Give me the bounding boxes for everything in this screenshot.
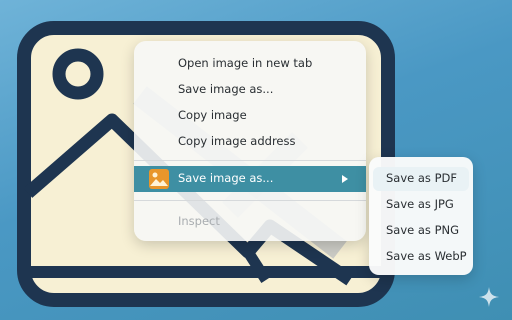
submenu-item-save-jpg[interactable]: Save as JPG (373, 193, 469, 217)
menu-separator (134, 160, 366, 161)
submenu-item-save-webp[interactable]: Save as WebP (373, 245, 469, 269)
image-icon (149, 169, 169, 189)
menu-item-label: Save image as... (178, 82, 274, 96)
menu-item-label: Copy image (178, 108, 247, 122)
menu-separator (134, 200, 366, 201)
menu-item-open-image-new-tab[interactable]: Open image in new tab (134, 51, 366, 77)
menu-item-label: Save image as... (178, 171, 274, 185)
submenu-item-label: Save as PDF (386, 171, 457, 185)
save-as-submenu: Save as PDF Save as JPG Save as PNG Save… (369, 157, 473, 275)
submenu-item-label: Save as PNG (386, 223, 460, 237)
menu-item-label: Copy image address (178, 134, 296, 148)
submenu-item-label: Save as JPG (386, 197, 454, 211)
menu-item-inspect[interactable]: Inspect (134, 209, 366, 235)
submenu-item-save-pdf[interactable]: Save as PDF (373, 167, 469, 191)
chevron-right-icon (342, 175, 348, 183)
menu-item-label: Inspect (178, 214, 220, 228)
context-menu: Open image in new tab Save image as... C… (134, 41, 366, 241)
menu-item-save-image-as-submenu[interactable]: Save image as... (134, 166, 366, 192)
menu-item-label: Open image in new tab (178, 56, 313, 70)
sparkle-icon (479, 287, 499, 307)
submenu-item-label: Save as WebP (386, 249, 467, 263)
menu-item-copy-image-address[interactable]: Copy image address (134, 129, 366, 155)
submenu-item-save-png[interactable]: Save as PNG (373, 219, 469, 243)
menu-item-save-image-as[interactable]: Save image as... (134, 77, 366, 103)
menu-item-copy-image[interactable]: Copy image (134, 103, 366, 129)
